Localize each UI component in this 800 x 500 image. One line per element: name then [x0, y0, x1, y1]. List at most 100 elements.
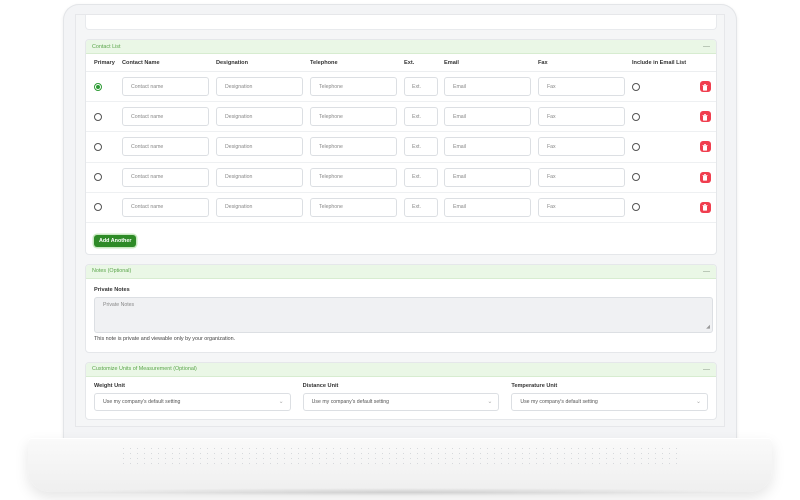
fax-input[interactable]: Fax — [538, 167, 625, 187]
primary-cell — [94, 82, 122, 91]
email-input[interactable]: Email — [444, 197, 531, 217]
primary-radio[interactable] — [94, 112, 102, 121]
contact-rows: Contact name Designation Telephone Ext. Emai… — [86, 72, 716, 223]
notes-header[interactable]: Notes (Optional) — — [86, 264, 716, 279]
fax-cell: Fax — [538, 107, 632, 127]
email-input[interactable]: Email — [444, 77, 531, 97]
contact-name-input[interactable]: Contact name — [122, 197, 209, 217]
include-email-cell — [632, 173, 694, 182]
ext-input[interactable]: Ext. — [404, 77, 438, 97]
designation-cell: Designation — [216, 137, 310, 157]
private-notes-label: Private Notes — [94, 286, 130, 293]
telephone-cell: Telephone — [310, 167, 404, 187]
distance-unit-field: Distance Unit Use my company's default s… — [302, 383, 500, 411]
trash-icon — [702, 108, 708, 126]
primary-radio[interactable] — [94, 173, 102, 182]
designation-input[interactable]: Designation — [216, 167, 303, 187]
designation-input[interactable]: Designation — [216, 197, 303, 217]
ext-cell: Ext. — [404, 137, 444, 157]
primary-radio[interactable] — [94, 142, 102, 151]
collapse-icon[interactable]: — — [703, 43, 710, 50]
telephone-cell: Telephone — [310, 197, 404, 217]
contact-list-section: Contact List — Primary Contact Name Desi… — [85, 39, 717, 255]
contact-name-cell: Contact name — [122, 137, 216, 157]
contact-name-input[interactable]: Contact name — [122, 77, 209, 97]
notes-hint: This note is private and viewable only b… — [94, 335, 236, 342]
table-row: Contact name Designation Telephone Ext. Emai… — [86, 193, 716, 223]
add-another-button[interactable]: Add Another — [94, 234, 137, 247]
telephone-input[interactable]: Telephone — [310, 197, 397, 217]
ext-input[interactable]: Ext. — [404, 167, 438, 187]
designation-cell: Designation — [216, 197, 310, 217]
textarea-placeholder: Private Notes — [103, 301, 135, 308]
select-value: Use my company's default setting — [311, 398, 390, 405]
section-title: Customize Units of Measurement (Optional… — [92, 366, 197, 373]
email-cell: Email — [444, 77, 538, 97]
fax-input[interactable]: Fax — [538, 137, 625, 157]
email-cell: Email — [444, 107, 538, 127]
temperature-unit-select[interactable]: Use my company's default setting ⌄ — [511, 392, 709, 411]
temperature-unit-label: Temperature Unit — [511, 382, 558, 389]
delete-button[interactable] — [699, 201, 711, 213]
contact-name-input[interactable]: Contact name — [122, 107, 209, 127]
contact-name-cell: Contact name — [122, 107, 216, 127]
units-header[interactable]: Customize Units of Measurement (Optional… — [86, 362, 716, 377]
delete-cell — [694, 81, 716, 93]
resize-handle-icon[interactable]: ◢ — [706, 324, 710, 330]
telephone-cell: Telephone — [310, 137, 404, 157]
ext-input[interactable]: Ext. — [404, 137, 438, 157]
telephone-input[interactable]: Telephone — [310, 137, 397, 157]
fax-input[interactable]: Fax — [538, 77, 625, 97]
laptop-keyboard — [120, 446, 680, 468]
delete-button[interactable] — [699, 111, 711, 123]
include-email-radio[interactable] — [632, 112, 640, 121]
header-primary: Primary — [94, 59, 115, 66]
include-email-radio[interactable] — [632, 82, 640, 91]
contact-table-header: Primary Contact Name Designation Telepho… — [86, 54, 716, 72]
designation-cell: Designation — [216, 77, 310, 97]
email-input[interactable]: Email — [444, 167, 531, 187]
collapse-icon[interactable]: — — [703, 268, 710, 275]
contact-name-input[interactable]: Contact name — [122, 167, 209, 187]
section-title: Notes (Optional) — [92, 268, 132, 275]
delete-button[interactable] — [699, 81, 711, 93]
delete-button[interactable] — [699, 141, 711, 153]
notes-body: Private Notes Private Notes ◢ This note … — [86, 279, 716, 352]
contact-list-header[interactable]: Contact List — — [86, 40, 716, 54]
fax-cell: Fax — [538, 197, 632, 217]
telephone-input[interactable]: Telephone — [310, 77, 397, 97]
primary-radio[interactable] — [94, 82, 102, 91]
email-input[interactable]: Email — [444, 137, 531, 157]
delete-button[interactable] — [699, 171, 711, 183]
designation-input[interactable]: Designation — [216, 107, 303, 127]
include-email-cell — [632, 203, 694, 212]
primary-radio[interactable] — [94, 203, 102, 212]
delete-cell — [694, 111, 716, 123]
private-notes-textarea[interactable]: Private Notes ◢ — [94, 296, 713, 333]
email-input[interactable]: Email — [444, 107, 531, 127]
header-designation: Designation — [216, 59, 249, 66]
include-email-radio[interactable] — [632, 142, 640, 151]
telephone-input[interactable]: Telephone — [310, 107, 397, 127]
contact-name-input[interactable]: Contact name — [122, 137, 209, 157]
page-content: Contact List — Primary Contact Name Desi… — [85, 15, 717, 420]
include-email-radio[interactable] — [632, 173, 640, 182]
fax-cell: Fax — [538, 167, 632, 187]
ext-input[interactable]: Ext. — [404, 107, 438, 127]
ext-input[interactable]: Ext. — [404, 197, 438, 217]
primary-cell — [94, 112, 122, 121]
email-cell: Email — [444, 197, 538, 217]
designation-input[interactable]: Designation — [216, 77, 303, 97]
laptop-screen: Contact List — Primary Contact Name Desi… — [75, 14, 725, 427]
include-email-radio[interactable] — [632, 203, 640, 212]
chevron-down-icon: ⌄ — [487, 399, 493, 406]
fax-input[interactable]: Fax — [538, 197, 625, 217]
telephone-input[interactable]: Telephone — [310, 167, 397, 187]
designation-input[interactable]: Designation — [216, 137, 303, 157]
delete-cell — [694, 201, 716, 213]
designation-cell: Designation — [216, 107, 310, 127]
weight-unit-select[interactable]: Use my company's default setting ⌄ — [94, 392, 291, 411]
distance-unit-select[interactable]: Use my company's default setting ⌄ — [302, 392, 500, 411]
fax-input[interactable]: Fax — [538, 107, 625, 127]
collapse-icon[interactable]: — — [703, 366, 710, 373]
